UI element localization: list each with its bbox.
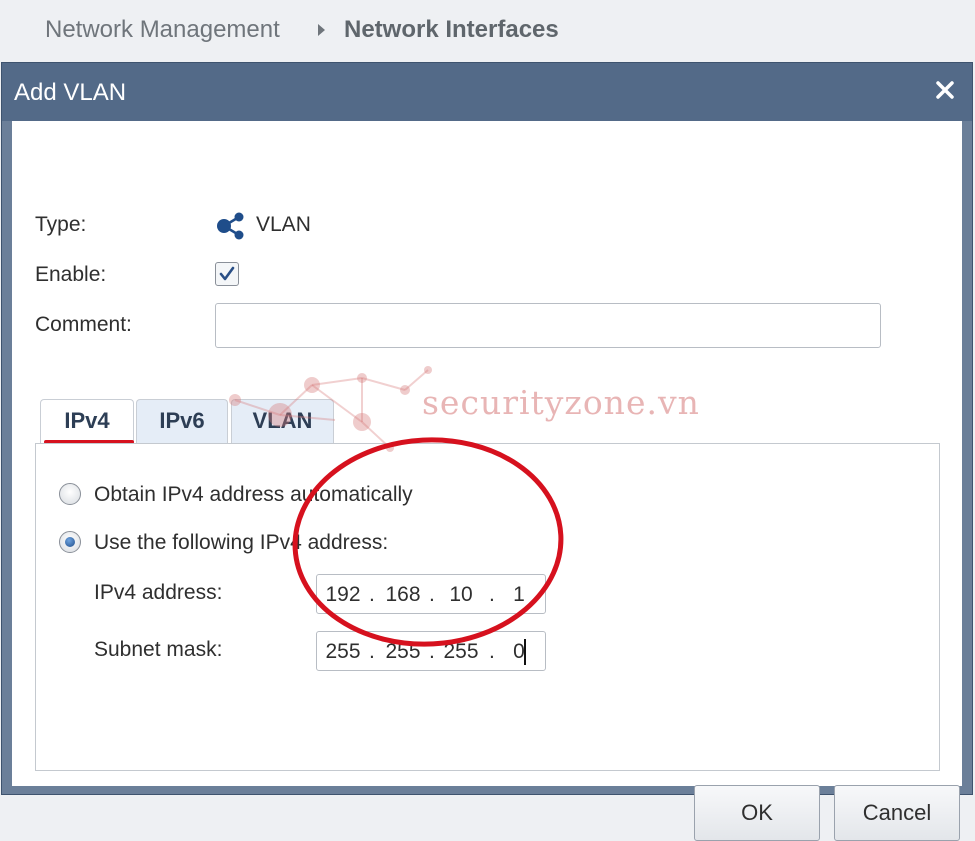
breadcrumb: Network Management Network Interfaces bbox=[0, 0, 975, 62]
ip-octet-1[interactable]: 192 bbox=[321, 583, 365, 607]
mask-octet-2[interactable]: 255 bbox=[381, 640, 425, 664]
mask-dot: . bbox=[369, 640, 375, 663]
mask-dot: . bbox=[429, 640, 435, 663]
enable-checkbox[interactable] bbox=[215, 262, 239, 286]
tab-ipv4[interactable]: IPv4 bbox=[40, 399, 134, 445]
breadcrumb-separator-icon bbox=[318, 24, 325, 36]
ip-dot: . bbox=[429, 583, 435, 606]
mask-dot: . bbox=[489, 640, 495, 663]
breadcrumb-network-interfaces: Network Interfaces bbox=[344, 16, 559, 43]
comment-input[interactable] bbox=[215, 303, 881, 348]
ip-octet-3[interactable]: 10 bbox=[439, 583, 483, 607]
mask-octet-4[interactable]: 0 bbox=[497, 640, 541, 664]
dialog-title: Add VLAN bbox=[14, 79, 127, 106]
obtain-auto-radio[interactable] bbox=[59, 483, 81, 505]
dialog-body: Type: VLAN Enable: Comment: IPv4 IPv6 VL… bbox=[12, 121, 962, 841]
subnet-mask-label: Subnet mask: bbox=[94, 638, 223, 661]
obtain-auto-label[interactable]: Obtain IPv4 address automatically bbox=[94, 483, 413, 507]
breadcrumb-network-management[interactable]: Network Management bbox=[45, 16, 280, 44]
type-value: VLAN bbox=[256, 213, 311, 236]
use-following-radio[interactable] bbox=[59, 531, 81, 553]
ok-button[interactable]: OK bbox=[694, 785, 820, 841]
ip-octet-4[interactable]: 1 bbox=[497, 583, 541, 607]
add-vlan-dialog: Add VLAN Type: VLAN Enable: Comment: IPv… bbox=[1, 62, 973, 841]
radio-selected-dot bbox=[65, 537, 75, 547]
use-following-label[interactable]: Use the following IPv4 address: bbox=[94, 531, 388, 555]
close-icon[interactable] bbox=[930, 75, 960, 105]
ipv4-address-label: IPv4 address: bbox=[94, 581, 223, 604]
enable-label: Enable: bbox=[35, 263, 107, 286]
mask-octet-1[interactable]: 255 bbox=[321, 640, 365, 664]
ip-dot: . bbox=[489, 583, 495, 606]
ipv4-address-input[interactable]: 192 . 168 . 10 . 1 bbox=[316, 574, 546, 614]
comment-label: Comment: bbox=[35, 313, 132, 336]
tab-ipv6[interactable]: IPv6 bbox=[136, 399, 228, 443]
tab-vlan[interactable]: VLAN bbox=[231, 399, 334, 443]
mask-octet-3[interactable]: 255 bbox=[439, 640, 483, 664]
type-label: Type: bbox=[35, 213, 87, 236]
vlan-share-icon bbox=[215, 210, 245, 240]
text-caret bbox=[524, 639, 526, 665]
checkmark-icon bbox=[219, 266, 235, 281]
dialog-titlebar[interactable]: Add VLAN bbox=[2, 63, 972, 121]
cancel-button[interactable]: Cancel bbox=[834, 785, 960, 841]
ip-dot: . bbox=[369, 583, 375, 606]
dialog-footer-divider bbox=[12, 771, 962, 786]
subnet-mask-input[interactable]: 255 . 255 . 255 . 0 bbox=[316, 631, 546, 671]
ip-octet-2[interactable]: 168 bbox=[381, 583, 425, 607]
